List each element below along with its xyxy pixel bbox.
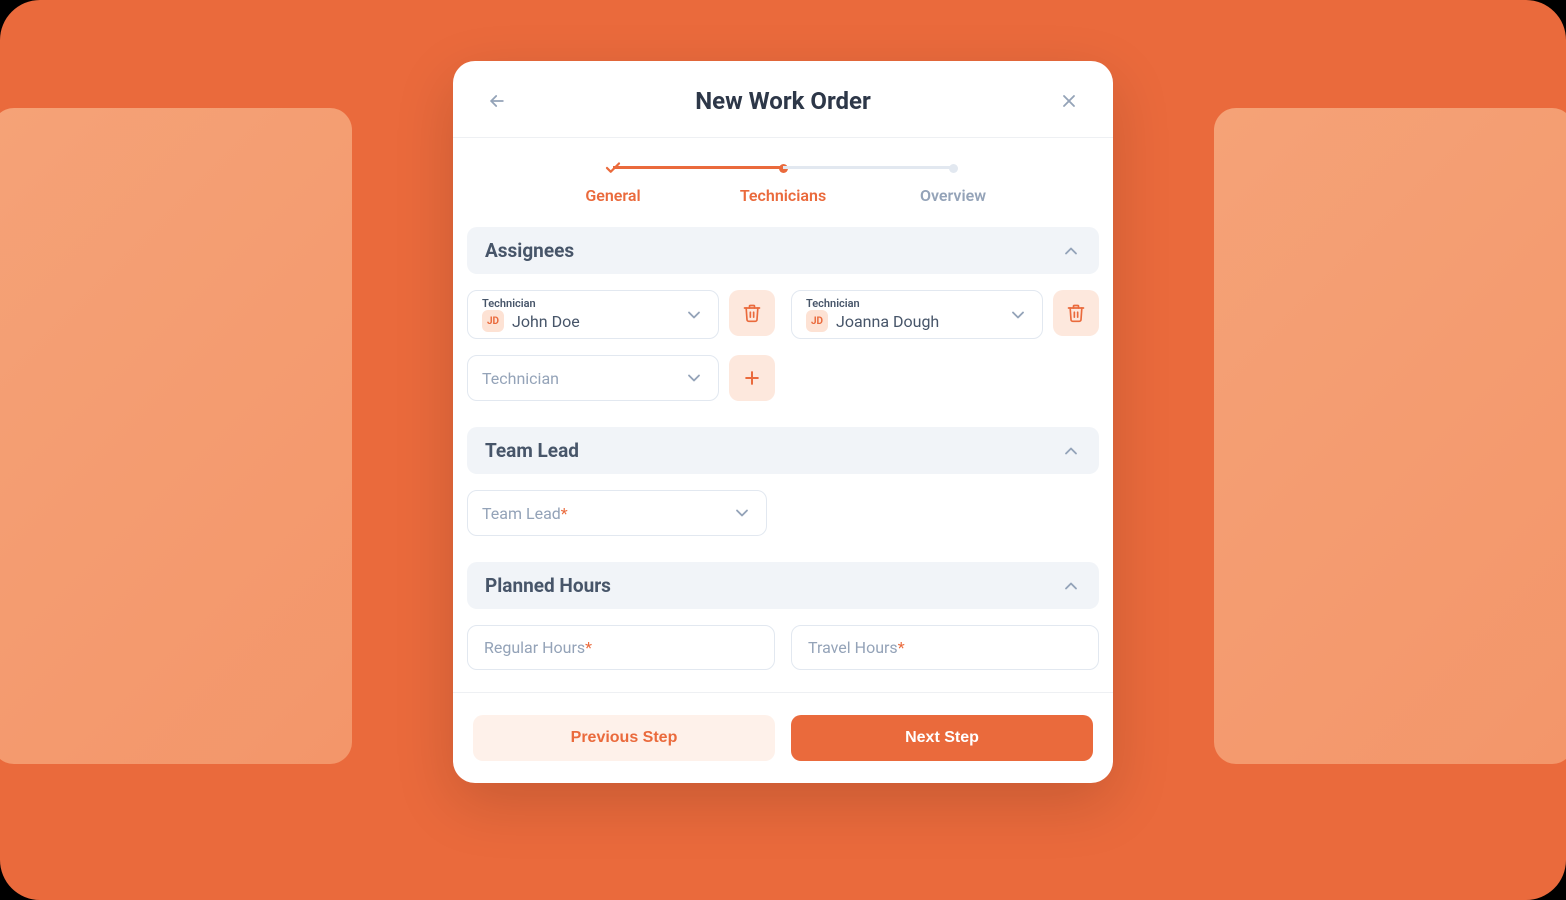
step-label: General [585,186,640,205]
trash-icon [742,303,762,323]
avatar: JD [806,310,828,332]
chevron-up-icon [1061,441,1081,461]
assignee-row: Technician JD Joanna Dough [791,290,1099,339]
assignee-row: Technician JD John Doe [467,290,775,339]
previous-step-button[interactable]: Previous Step [473,715,775,761]
background-card-left [0,108,352,764]
team-lead-select[interactable]: Team Lead* [467,490,767,536]
chevron-up-icon [1061,576,1081,596]
placeholder: Regular Hours* [484,638,592,657]
modal-footer: Previous Step Next Step [453,692,1113,783]
add-assignee-button[interactable] [729,355,775,401]
next-step-button[interactable]: Next Step [791,715,1093,761]
technician-name: Joanna Dough [836,312,939,331]
modal-header: New Work Order [453,61,1113,138]
delete-assignee-button[interactable] [729,290,775,336]
delete-assignee-button[interactable] [1053,290,1099,336]
assignees-section-body: Technician JD John Doe Technician JD [453,274,1113,409]
planned-hours-section-header[interactable]: Planned Hours [467,562,1099,609]
planned-hours-section-body: Regular Hours* Travel Hours* [453,609,1113,678]
step-overview[interactable]: Overview [868,160,1038,205]
arrow-left-icon [487,91,507,111]
avatar: JD [482,310,504,332]
regular-hours-input[interactable]: Regular Hours* [467,625,775,670]
step-label: Overview [920,186,986,205]
chevron-down-icon [732,503,752,523]
team-lead-section-header[interactable]: Team Lead [467,427,1099,474]
modal-title: New Work Order [695,87,871,115]
plus-icon [742,368,762,388]
section-title: Assignees [485,239,574,262]
section-title: Team Lead [485,439,579,462]
technician-name: John Doe [512,312,580,331]
placeholder: Team Lead* [482,504,568,523]
placeholder: Travel Hours* [808,638,905,657]
chevron-down-icon [1008,305,1028,325]
inactive-step-dot [949,164,958,173]
trash-icon [1066,303,1086,323]
background-card-right [1214,108,1566,764]
technician-select-empty[interactable]: Technician [467,355,719,401]
close-button[interactable] [1055,87,1083,115]
assignees-section-header[interactable]: Assignees [467,227,1099,274]
assignee-row-empty: Technician [467,355,775,401]
team-lead-section-body: Team Lead* [453,474,1113,544]
section-title: Planned Hours [485,574,611,597]
field-label: Technician [806,297,998,310]
step-label: Technicians [740,186,826,205]
travel-hours-input[interactable]: Travel Hours* [791,625,1099,670]
close-icon [1059,91,1079,111]
step-technicians[interactable]: Technicians [698,160,868,205]
back-button[interactable] [483,87,511,115]
technician-select[interactable]: Technician JD John Doe [467,290,719,339]
placeholder: Technician [482,369,559,388]
chevron-down-icon [684,305,704,325]
technician-select[interactable]: Technician JD Joanna Dough [791,290,1043,339]
stepper: General Technicians Overview [453,138,1113,219]
chevron-up-icon [1061,241,1081,261]
step-general[interactable]: General [528,160,698,205]
chevron-down-icon [684,368,704,388]
field-label: Technician [482,297,674,310]
new-work-order-modal: New Work Order General Technicians Overv… [453,61,1113,783]
